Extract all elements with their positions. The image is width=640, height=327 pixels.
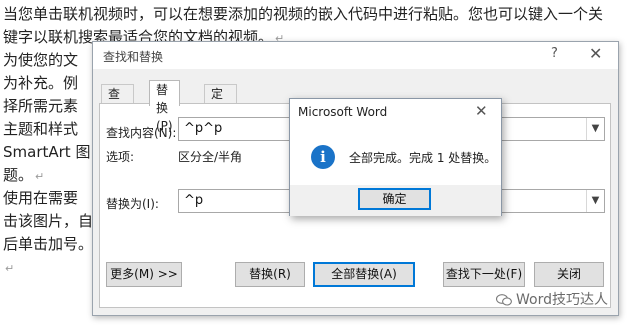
info-icon: i — [311, 145, 335, 169]
message-box-title: Microsoft Word — [298, 105, 388, 119]
options-label: 选项: — [106, 150, 135, 164]
find-value: ^p^p — [184, 121, 223, 136]
doc-line: 击该图片，自 — [3, 212, 94, 230]
close-button[interactable]: 关闭 — [534, 262, 604, 287]
doc-line: 后单击加号。 — [3, 235, 94, 253]
doc-line: 为补充。例 — [3, 74, 79, 92]
paragraph-mark-icon: ↵ — [5, 262, 15, 275]
ok-button[interactable]: 确定 — [358, 188, 431, 210]
replace-all-button[interactable]: 全部替换(A) — [313, 262, 415, 287]
wechat-icon — [496, 294, 512, 306]
doc-line: 使用在需要 — [3, 189, 79, 207]
chevron-down-icon[interactable]: ▼ — [586, 118, 604, 140]
help-button[interactable]: ? — [551, 46, 558, 61]
doc-line: ↵ — [3, 256, 14, 280]
message-text: 全部完成。完成 1 处替换。 — [349, 151, 497, 165]
more-button[interactable]: 更多(M) >> — [106, 262, 182, 287]
close-icon[interactable]: ✕ — [589, 44, 602, 63]
watermark: Word技巧达人 — [496, 289, 608, 309]
chevron-down-icon[interactable]: ▼ — [586, 190, 604, 212]
replace-value: ^p — [184, 193, 204, 208]
watermark-text: Word技巧达人 — [516, 292, 608, 308]
dialog-title: 查找和替换 — [103, 50, 164, 64]
close-icon[interactable]: ✕ — [475, 102, 488, 120]
paragraph-mark-icon: ↵ — [35, 170, 45, 183]
replace-label: 替换为(I): — [106, 197, 159, 211]
doc-line: 主题和样式 — [3, 120, 79, 138]
options-value: 区分全/半角 — [178, 150, 243, 164]
tab-find[interactable]: 查找(D) — [101, 84, 134, 137]
tab-goto[interactable]: 定位(G) — [204, 84, 237, 137]
doc-line: SmartArt 图 — [3, 143, 91, 161]
replace-button[interactable]: 替换(R) — [235, 262, 305, 287]
doc-line: 择所需元素 — [3, 97, 79, 115]
doc-line: 题。 ↵ — [3, 166, 45, 184]
tab-replace[interactable]: 替换(P) — [149, 80, 180, 133]
doc-line: 为使您的文 — [3, 51, 79, 69]
doc-line: 当您单击联机视频时，可以在想要添加的视频的嵌入代码中进行粘贴。您也可以键入一个关 — [3, 5, 604, 23]
message-box: Microsoft Word ✕ i 全部完成。完成 1 处替换。 确定 — [289, 98, 502, 216]
dialog-titlebar[interactable]: 查找和替换 ? ✕ — [93, 42, 618, 69]
find-next-button[interactable]: 查找下一处(F) — [443, 262, 525, 287]
